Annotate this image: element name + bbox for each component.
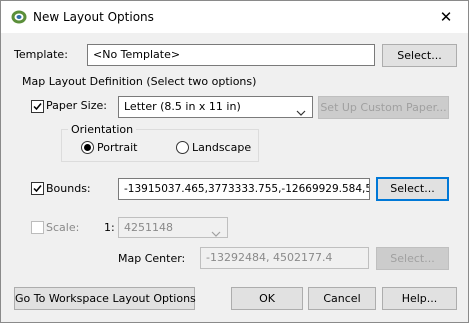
- paper-size-value: Letter (8.5 in x 11 in): [124, 100, 241, 113]
- template-field[interactable]: <No Template>: [87, 44, 375, 66]
- chevron-down-icon: [296, 103, 306, 117]
- set-up-custom-paper-button[interactable]: Set Up Custom Paper...: [318, 96, 449, 119]
- bounds-field[interactable]: -13915037.465,3773333.755,-12669929.584,…: [118, 178, 370, 200]
- landscape-radio[interactable]: [176, 141, 189, 154]
- paper-size-label: Paper Size:: [46, 99, 107, 112]
- template-select-button[interactable]: Select...: [382, 44, 457, 67]
- scale-label: Scale:: [46, 221, 80, 234]
- map-center-select-button[interactable]: Select...: [376, 247, 449, 270]
- chevron-down-icon: [211, 224, 221, 237]
- scale-value: 4251148: [124, 221, 173, 234]
- cancel-button[interactable]: Cancel: [308, 287, 376, 310]
- ok-button[interactable]: OK: [231, 287, 303, 310]
- map-center-field[interactable]: -13292484, 4502177.4: [200, 247, 369, 269]
- bounds-checkbox[interactable]: [31, 182, 44, 195]
- orientation-heading: Orientation: [68, 123, 137, 136]
- map-center-label: Map Center:: [118, 252, 186, 265]
- bounds-select-button[interactable]: Select...: [376, 177, 449, 201]
- landscape-label: Landscape: [192, 141, 252, 154]
- paper-size-checkbox[interactable]: [31, 100, 44, 113]
- go-to-workspace-layout-options-button[interactable]: Go To Workspace Layout Options: [14, 287, 196, 310]
- globe-app-icon: [10, 9, 28, 25]
- map-layout-definition-heading: Map Layout Definition (Select two option…: [22, 75, 257, 88]
- portrait-radio[interactable]: [81, 141, 94, 154]
- template-label: Template:: [14, 48, 68, 61]
- scale-ratio-prefix: 1:: [104, 221, 115, 234]
- close-icon[interactable]: ✕: [424, 1, 468, 33]
- bounds-label: Bounds:: [46, 182, 91, 195]
- paper-size-dropdown[interactable]: Letter (8.5 in x 11 in): [118, 96, 313, 118]
- window-title: New Layout Options: [33, 10, 154, 24]
- help-button[interactable]: Help...: [382, 287, 457, 310]
- title-bar: New Layout Options ✕: [1, 1, 468, 33]
- scale-dropdown[interactable]: 4251148: [118, 217, 228, 238]
- new-layout-options-dialog: New Layout Options ✕ Template: <No Templ…: [0, 0, 469, 323]
- scale-checkbox[interactable]: [31, 221, 44, 234]
- portrait-label: Portrait: [97, 141, 138, 154]
